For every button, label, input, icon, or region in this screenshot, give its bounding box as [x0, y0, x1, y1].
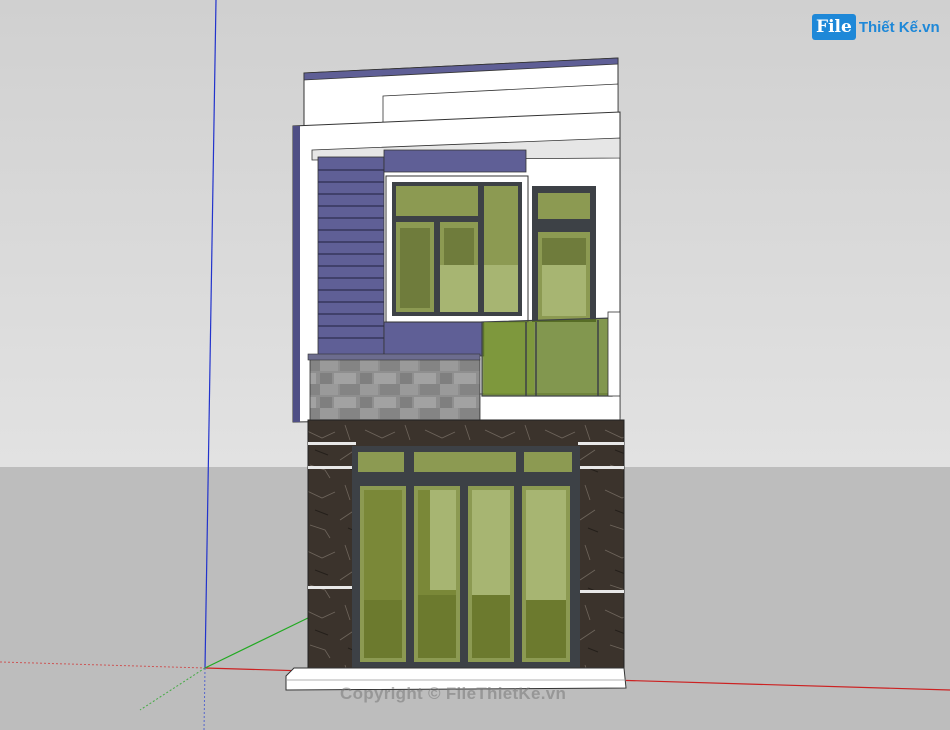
- balcony-slab: [479, 393, 621, 421]
- railing-side-post: [607, 311, 621, 397]
- floor-reflection-4: [526, 600, 566, 658]
- door-transom-3: [524, 452, 572, 472]
- door-transom-2: [414, 452, 516, 472]
- upper-window-transom: [396, 186, 478, 216]
- marble-reveal-top-right: [578, 442, 624, 445]
- stone-cap: [307, 353, 481, 361]
- marble-reveal-mid-left: [308, 466, 356, 469]
- copyright-watermark: Copyright © FileThietKe.vn: [340, 684, 567, 703]
- marble-reveal-low-right: [578, 590, 624, 593]
- upper-frame-edge: [293, 126, 300, 422]
- interior-wall-light-3: [472, 490, 510, 595]
- marble-reveal-mid-right: [578, 466, 624, 469]
- townhouse-model-icon[interactable]: [285, 57, 627, 691]
- logo-prefix: File: [812, 14, 856, 40]
- interior-wall-light-2: [430, 490, 456, 590]
- floor-reflection-2: [418, 595, 456, 658]
- logo-text: Thiết Kế.vn: [858, 18, 940, 36]
- stone-cladding: [309, 357, 481, 421]
- balcony-door-light: [542, 265, 586, 316]
- balcony-door-transom: [538, 193, 590, 219]
- scene-canvas[interactable]: [0, 0, 950, 730]
- window-header-band: [383, 149, 527, 173]
- floor-reflection-1: [364, 600, 402, 658]
- pane-light: [440, 265, 478, 312]
- pane-inner-left: [400, 228, 430, 308]
- louver-panel: [317, 156, 385, 358]
- marble-reveal-low-left: [308, 586, 356, 589]
- window-sill-band: [383, 321, 485, 357]
- marble-reveal-top-left: [308, 442, 356, 445]
- site-logo[interactable]: File Thiết Kế.vn: [812, 12, 940, 42]
- door-transom-1: [358, 452, 404, 472]
- side-pane-light: [484, 265, 518, 312]
- model-viewport[interactable]: File Thiết Kế.vn Copyright © FileThietKe…: [0, 0, 950, 730]
- floor-reflection-3: [472, 595, 510, 658]
- interior-wall-light-4: [526, 490, 566, 600]
